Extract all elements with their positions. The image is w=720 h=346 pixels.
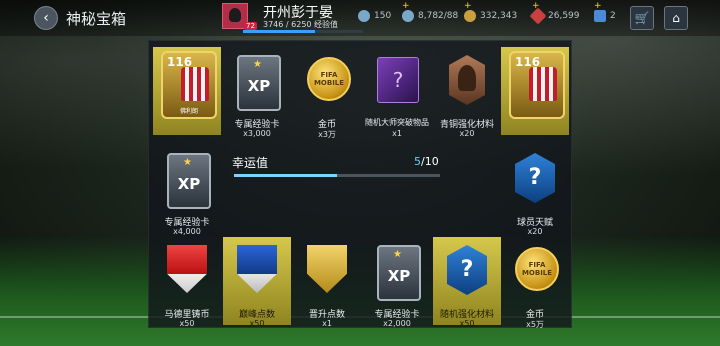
luck-count: 5/10: [414, 155, 439, 168]
reward-qty: x1: [392, 129, 402, 138]
stat-value: 150: [374, 11, 392, 21]
reward-slot[interactable]: 青铜强化材料 x20: [433, 47, 501, 138]
stat-stamina[interactable]: +8,782/88: [402, 1, 459, 22]
star-icon: ★: [183, 157, 192, 168]
reward-qty: x3万: [318, 130, 336, 139]
peak-points-icon: [237, 245, 277, 293]
energy-icon: [358, 10, 370, 22]
player-silhouette-icon: [458, 65, 476, 91]
luck-progress-fill: [234, 174, 337, 177]
home-icon: ⌂: [672, 11, 680, 25]
reward-slot[interactable]: 116 佛利朗: [153, 47, 221, 135]
reward-slot[interactable]: FIFA MOBILE 金币 x5万: [501, 237, 569, 329]
stat-value: 332,343: [480, 11, 518, 21]
star-icon: ★: [253, 59, 262, 70]
reward-slot[interactable]: FIFA MOBILE 金币 x3万: [293, 47, 361, 139]
reward-slot[interactable]: 116: [501, 47, 569, 135]
reward-slot[interactable]: ★ XP 专属经验卡 x2,000: [363, 237, 431, 328]
reward-qty: x50: [459, 319, 475, 328]
random-material-icon: ?: [447, 245, 487, 295]
plus-icon: +: [594, 1, 602, 11]
luck-label: 幸运值: [232, 156, 269, 170]
reward-qty: x1: [322, 319, 332, 328]
xp-glyph: XP: [177, 175, 201, 193]
xp-bar-fill: [243, 30, 315, 33]
mystery-box-icon: ?: [377, 57, 419, 103]
reward-slot[interactable]: 巅峰点数 x50: [223, 237, 291, 328]
promotion-points-icon: [307, 245, 347, 293]
reward-slot[interactable]: ? 随机大师突破物品 x1: [363, 47, 431, 138]
cart-icon: 🛒: [634, 11, 650, 25]
reward-qty: x50: [179, 319, 195, 328]
talent-icon: ?: [515, 153, 555, 203]
stat-value: 26,599: [548, 11, 580, 21]
reward-qty: x2,000: [383, 319, 411, 328]
stat-fifa-points[interactable]: +2: [594, 1, 616, 22]
xp-card-icon: ★ XP: [167, 153, 211, 209]
jersey-icon: [529, 67, 557, 101]
coin-icon: FIFA MOBILE: [307, 57, 351, 101]
luck-current: 5: [414, 155, 421, 168]
player-name: 佛利朗: [179, 108, 198, 115]
reward-slot[interactable]: ★ XP 专属经验卡 x3,000: [223, 47, 291, 138]
xp-card-icon: ★ XP: [237, 55, 281, 111]
plus-icon: +: [402, 1, 410, 11]
question-glyph: ?: [528, 165, 542, 190]
player-card-icon: 116 佛利朗: [161, 51, 217, 119]
shop-button[interactable]: 🛒: [630, 6, 654, 30]
reward-slot[interactable]: ★ XP 专属经验卡 x4,000: [153, 145, 221, 236]
top-bar: ‹ 神秘宝箱 72 开州彭于晏 3746 / 6250 经验值 150 +8,7…: [0, 0, 720, 36]
jersey-icon: [181, 67, 209, 101]
bronze-material-icon: [449, 55, 485, 105]
xp-text: 3746 / 6250 经验值: [263, 20, 339, 29]
reward-label: 随机大师突破物品: [365, 118, 429, 127]
level-badge: 72: [244, 22, 257, 30]
stat-energy[interactable]: 150: [358, 10, 391, 22]
coin-icon: FIFA MOBILE: [515, 247, 559, 291]
home-button[interactable]: ⌂: [664, 6, 688, 30]
fifa-points-icon: [594, 10, 606, 22]
page-title: 神秘宝箱: [66, 10, 127, 28]
coin-text: FIFA MOBILE: [313, 71, 345, 87]
back-button[interactable]: ‹: [34, 6, 58, 30]
stat-coins[interactable]: +332,343: [464, 1, 518, 22]
coin-icon: [464, 10, 476, 22]
stat-value: 2: [610, 11, 616, 21]
reward-qty: x4,000: [173, 227, 201, 236]
player-card-icon: 116: [509, 51, 565, 119]
reward-slot[interactable]: 马德里铸币 x50: [153, 237, 221, 328]
xp-bar: [243, 30, 363, 33]
luck-progress-bar: [234, 174, 440, 177]
luck-total: /10: [421, 155, 439, 168]
question-glyph: ?: [392, 68, 404, 92]
stat-gems[interactable]: +26,599: [529, 1, 580, 25]
reward-qty: x20: [459, 129, 475, 138]
mystery-chest-panel: 116 佛利朗 ★ XP 专属经验卡 x3,000 FIFA MOBILE 金币 x…: [148, 40, 572, 329]
avatar-figure: [229, 8, 241, 22]
xp-glyph: XP: [387, 267, 411, 285]
xp-card-icon: ★ XP: [377, 245, 421, 301]
stat-value: 8,782/88: [418, 11, 459, 21]
coin-text: FIFA MOBILE: [521, 261, 553, 277]
reward-slot[interactable]: ? 随机强化材料 x50: [433, 237, 501, 328]
question-glyph: ?: [460, 257, 474, 282]
reward-qty: x3,000: [243, 129, 271, 138]
madrid-coin-icon: [167, 245, 207, 293]
reward-slot[interactable]: 晋升点数 x1: [293, 237, 361, 328]
stamina-icon: [402, 10, 414, 22]
back-arrow-icon: ‹: [43, 10, 49, 26]
plus-icon: +: [464, 1, 472, 11]
star-icon: ★: [393, 249, 402, 260]
reward-qty: x5万: [526, 320, 544, 329]
reward-qty: x50: [249, 319, 265, 328]
xp-glyph: XP: [247, 77, 271, 95]
reward-slot[interactable]: ? 球员天赋 x20: [501, 145, 569, 236]
reward-qty: x20: [527, 227, 543, 236]
